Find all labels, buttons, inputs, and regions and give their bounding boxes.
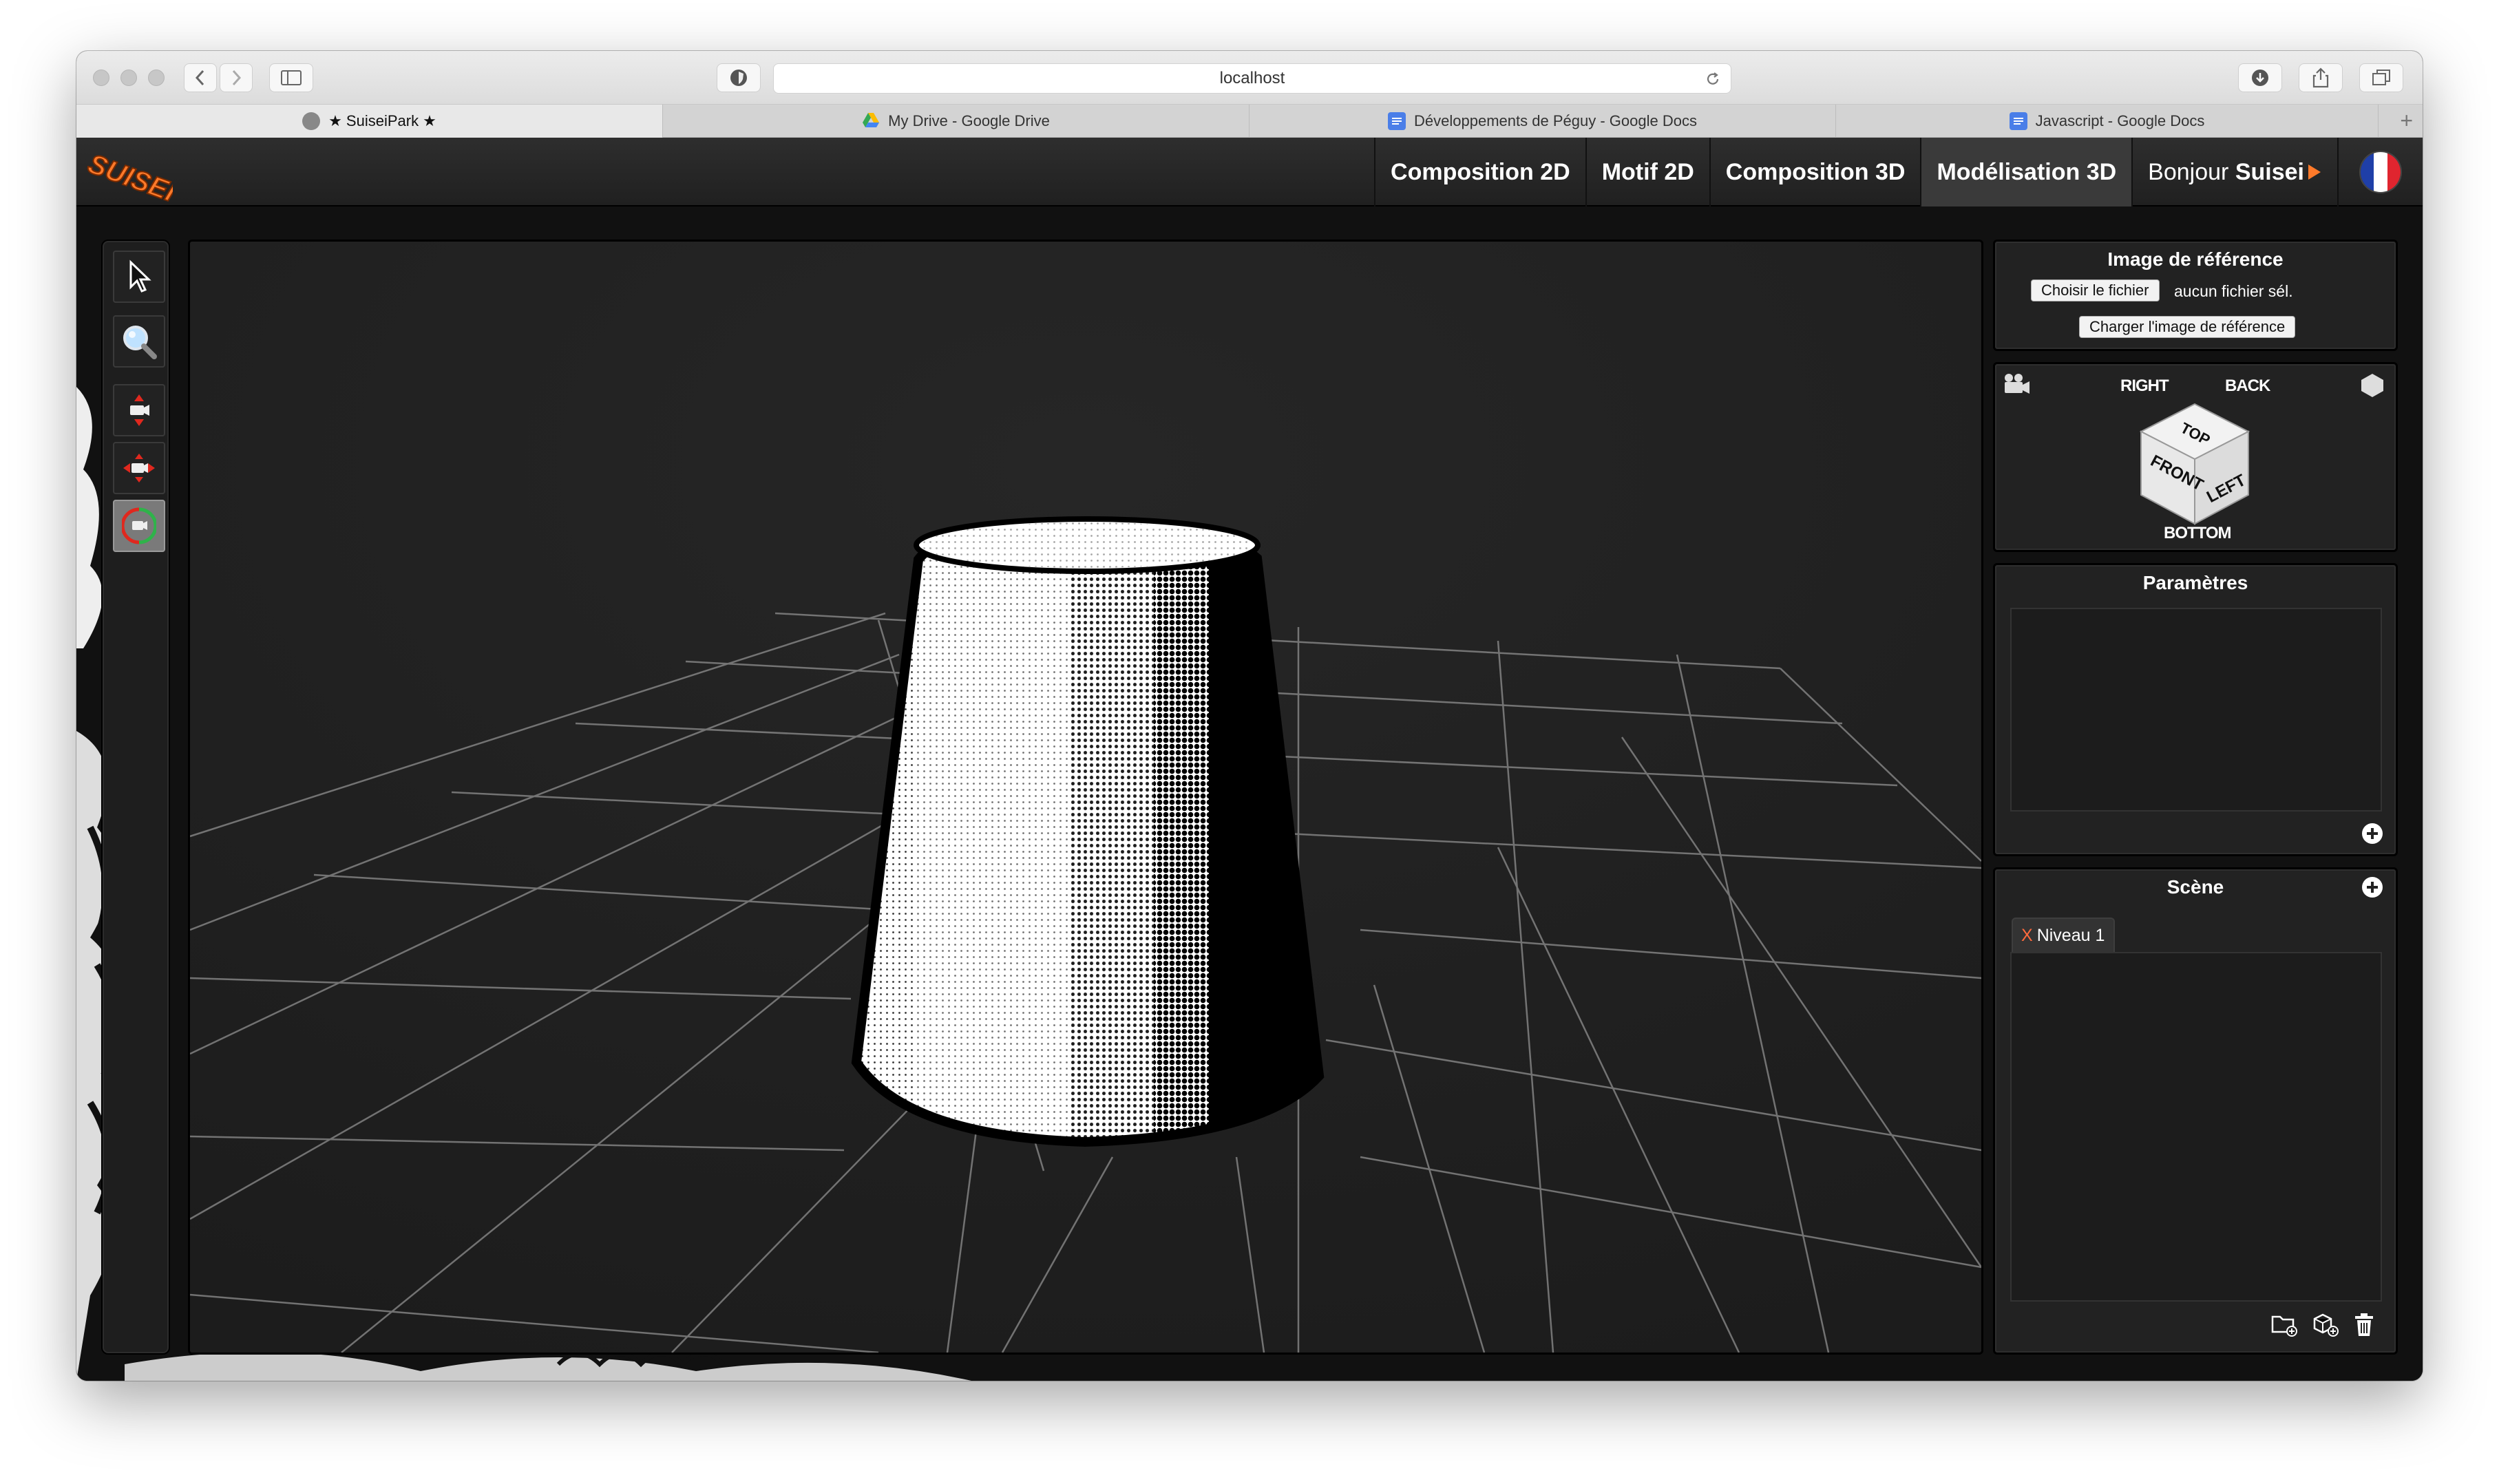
add-scene-plus-icon[interactable] — [2361, 876, 2383, 898]
choose-file-button[interactable]: Choisir le fichier — [2031, 279, 2160, 301]
forward-button[interactable] — [220, 63, 253, 92]
tab-label: Développements de Péguy - Google Docs — [1414, 112, 1697, 129]
cube-label-right[interactable]: RIGHT — [2120, 377, 2169, 396]
file-status-text: aucun fichier sél. — [2174, 282, 2293, 300]
parameters-panel-title: Paramètres — [2142, 572, 2248, 593]
share-icon — [2312, 67, 2329, 88]
add-parameter-plus-icon[interactable] — [2361, 823, 2383, 845]
tab-label: Javascript - Google Docs — [2035, 112, 2205, 129]
tab-overview-button[interactable] — [2359, 63, 2403, 92]
new-tab-button[interactable]: + — [2379, 105, 2423, 137]
camera-orbit-icon — [122, 507, 156, 544]
nav-motif-2d[interactable]: Motif 2D — [1585, 138, 1709, 206]
close-layer-icon[interactable]: X — [2021, 926, 2033, 946]
camera-move-tool[interactable] — [113, 384, 165, 436]
zoom-tool[interactable] — [113, 315, 165, 368]
nav-composition-3d[interactable]: Composition 3D — [1709, 138, 1921, 206]
parameters-list — [2010, 608, 2382, 812]
google-drive-icon — [862, 112, 880, 130]
caret-right-icon — [2308, 165, 2321, 180]
reload-icon[interactable] — [1705, 71, 1721, 87]
nav-modelisation-3d[interactable]: Modélisation 3D — [1920, 138, 2132, 206]
scene-panel: Scène X Niveau 1 — [1993, 867, 2398, 1355]
suiseipark-favicon-icon — [302, 112, 321, 130]
chevron-right-icon — [232, 70, 242, 86]
reference-image-panel: Image de référence Choisir le fichier au… — [1993, 240, 2398, 351]
magnifier-icon — [123, 326, 157, 359]
tab-google-drive[interactable]: My Drive - Google Drive — [663, 105, 1250, 138]
3d-viewport[interactable] — [188, 240, 1983, 1355]
sidebar-toggle-button[interactable] — [269, 63, 313, 92]
sidebar-icon — [281, 70, 302, 85]
new-folder-icon[interactable] — [2270, 1313, 2298, 1337]
arrow-pointer-icon — [129, 259, 151, 293]
camera-pan-icon — [123, 454, 155, 483]
user-menu[interactable]: Bonjour Suisei — [2131, 138, 2337, 206]
reference-panel-title: Image de référence — [2107, 248, 2284, 270]
3d-scene[interactable] — [190, 242, 1981, 1353]
svg-text:SUISEI: SUISEI — [84, 149, 173, 205]
app-header: SUISEI Composition 2D Motif 2D Compositi… — [76, 138, 2423, 206]
close-window-button[interactable] — [93, 70, 109, 86]
camera-orbit-tool[interactable] — [113, 500, 165, 552]
view-cube[interactable]: TOP FRONT LEFT — [2133, 399, 2257, 529]
tab-developpements-doc[interactable]: Développements de Péguy - Google Docs — [1250, 105, 1836, 138]
minimize-window-button[interactable] — [120, 70, 137, 86]
tab-javascript-doc[interactable]: Javascript - Google Docs — [1836, 105, 2379, 138]
camera-icon[interactable] — [2002, 372, 2031, 396]
shield-icon — [730, 70, 747, 86]
google-docs-icon — [2009, 112, 2027, 130]
greeting-text: Bonjour — [2148, 158, 2229, 185]
chevron-left-icon — [195, 70, 204, 86]
cube-label-bottom[interactable]: BOTTOM — [2164, 524, 2232, 543]
language-selector[interactable] — [2337, 138, 2423, 206]
nav-composition-2d[interactable]: Composition 2D — [1374, 138, 1585, 206]
layer-label: Niveau 1 — [2036, 925, 2105, 945]
google-docs-icon — [1388, 112, 1406, 130]
scene-object-list — [2010, 952, 2382, 1302]
parameters-panel: Paramètres — [1993, 563, 2398, 856]
privacy-button[interactable] — [717, 63, 761, 92]
download-icon — [2252, 70, 2268, 86]
tab-label: ★ SuiseiPark ★ — [328, 112, 436, 129]
cube-label-back[interactable]: BACK — [2225, 377, 2270, 396]
tab-label: My Drive - Google Drive — [888, 112, 1050, 129]
tool-palette — [101, 240, 170, 1355]
add-object-icon[interactable] — [2312, 1313, 2339, 1337]
url-text: localhost — [1219, 69, 1285, 87]
plus-icon: + — [2400, 108, 2413, 133]
hexagon-object-icon[interactable] — [2360, 372, 2385, 399]
trash-icon[interactable] — [2353, 1313, 2375, 1337]
select-tool[interactable] — [113, 251, 165, 303]
tabs-icon — [2372, 70, 2390, 85]
back-button[interactable] — [184, 63, 217, 92]
french-flag-icon — [2359, 151, 2402, 193]
downloads-button[interactable] — [2238, 63, 2282, 92]
view-cube-panel: RIGHT BACK TOP FRONT LEFT BOTTOM — [1993, 362, 2398, 552]
suiseipark-app: SUISEI Composition 2D Motif 2D Compositi… — [76, 138, 2423, 1381]
tab-suiseipark[interactable]: ★ SuiseiPark ★ — [76, 105, 663, 138]
browser-toolbar: localhost — [76, 51, 2423, 105]
suisei-logo[interactable]: SUISEI — [83, 143, 173, 205]
layer-tab-niveau-1[interactable]: X Niveau 1 — [2012, 918, 2115, 952]
camera-pan-tool[interactable] — [113, 442, 165, 494]
scene-panel-title: Scène — [2166, 876, 2224, 898]
main-nav: Composition 2D Motif 2D Composition 3D M… — [1374, 138, 2423, 206]
address-bar[interactable]: localhost — [773, 63, 1731, 94]
zoom-window-button[interactable] — [148, 70, 165, 86]
tab-strip: ★ SuiseiPark ★ My Drive - Google Drive D… — [76, 105, 2423, 138]
browser-window: localhost ★ SuiseiPark ★ My Drive - Goog… — [76, 51, 2423, 1381]
load-reference-button[interactable]: Charger l'image de référence — [2079, 316, 2296, 338]
camera-move-icon — [130, 394, 149, 426]
share-button[interactable] — [2299, 63, 2343, 92]
username: Suisei — [2235, 158, 2304, 185]
